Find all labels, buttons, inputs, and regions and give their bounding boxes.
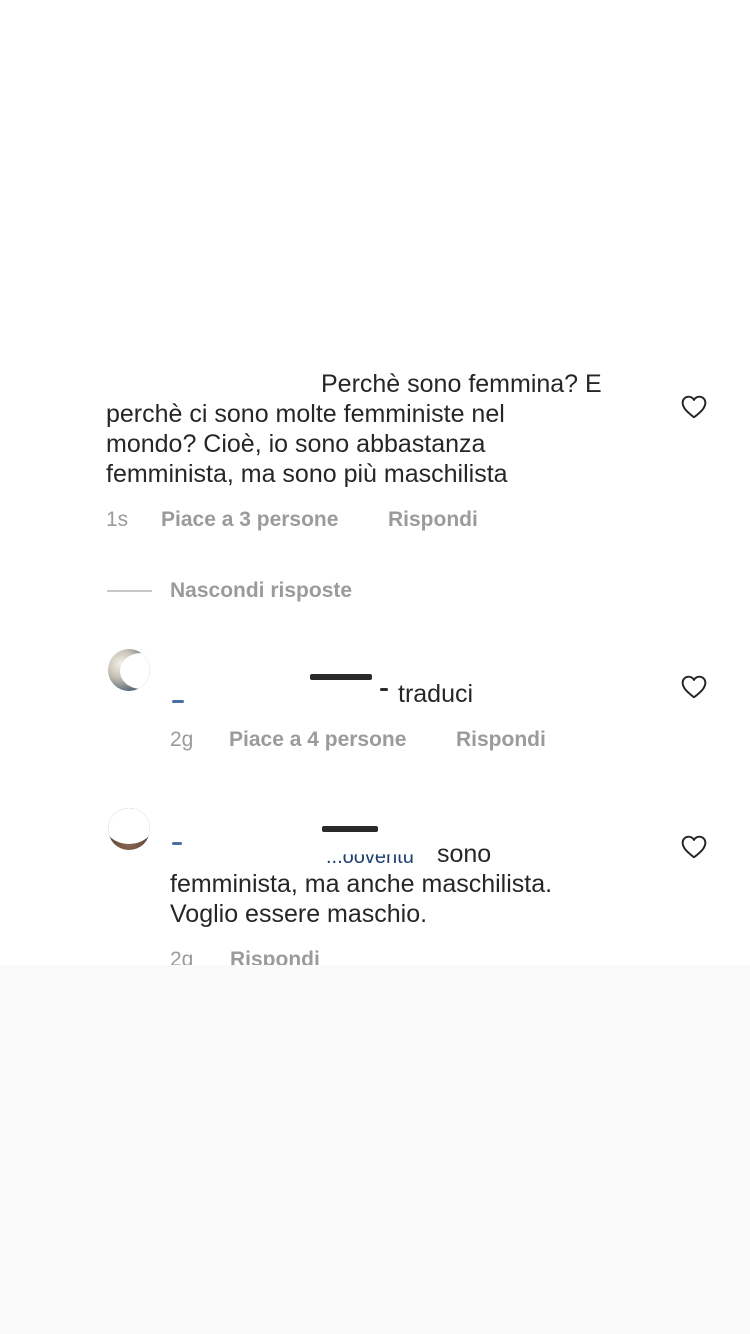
comment-timestamp: 1s [106,508,129,531]
redacted-username [322,826,378,832]
replies-divider [107,590,152,592]
reply-text-line: Voglio essere maschio. [170,900,428,928]
reply-button[interactable]: Rispondi [388,508,478,532]
redacted-mention [380,688,388,691]
reply-text-line: femminista, ma anche maschilista. [170,870,553,898]
reply-button[interactable]: Rispondi [456,728,546,752]
reply-timestamp: 2g [170,728,194,751]
reply-text-line: sono [437,840,492,868]
comment-text-line: femminista, ma sono più maschilista [106,460,508,488]
reply-text: traduci [398,680,474,708]
heart-outline-icon[interactable] [681,675,709,701]
bottom-blank-area [0,965,750,1334]
user-avatar[interactable] [108,808,150,850]
comment-text-line: Perchè sono femmina? E [321,370,602,398]
heart-outline-icon[interactable] [681,395,709,421]
comment-likes-count[interactable]: Piace a 3 persone [161,508,338,532]
comment-text-line: perchè ci sono molte femministe nel [106,400,505,428]
reply-likes-count[interactable]: Piace a 4 persone [229,728,406,752]
redacted-username [310,674,372,680]
comment-text-line: mondo? Cioè, io sono abbastanza [106,430,486,458]
user-avatar[interactable] [108,649,150,691]
redacted-mention [172,700,184,703]
redacted-mention [172,842,182,845]
heart-outline-icon[interactable] [681,835,709,861]
hide-replies-label[interactable]: Nascondi risposte [170,579,352,603]
